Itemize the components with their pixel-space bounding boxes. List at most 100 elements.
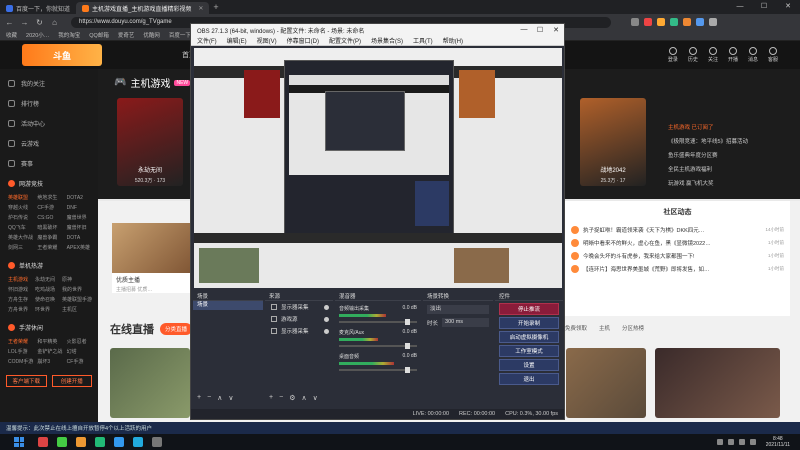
forward-icon[interactable]: → — [20, 18, 29, 27]
event-list-item[interactable]: 《极限竞速：地平线5》招募活动 — [668, 135, 748, 149]
sidebar-game-link[interactable]: 吃鸡战场 — [35, 285, 58, 295]
sidebar-item[interactable]: 活动中心 — [0, 113, 98, 133]
transition-select[interactable]: 淡出 — [427, 305, 489, 314]
header-icon-button[interactable]: 历史 — [688, 47, 698, 63]
source-item[interactable]: 游戏源 — [265, 313, 333, 325]
remove-icon[interactable]: − — [207, 394, 211, 402]
duration-input[interactable]: 300 ms — [442, 318, 489, 327]
extension-icon[interactable] — [657, 18, 665, 26]
sidebar-item[interactable]: 云游戏 — [0, 133, 98, 153]
sidebar-game-link[interactable]: DOTA — [67, 233, 92, 243]
taskbar-app-icon[interactable] — [38, 437, 48, 447]
add-icon[interactable]: + — [197, 394, 201, 402]
extension-icon[interactable] — [683, 18, 691, 26]
sidebar-game-link[interactable]: 王者荣耀 — [37, 243, 62, 253]
sidebar-item[interactable]: 赛事 — [0, 153, 98, 173]
clock[interactable]: 8:48 2021/11/11 — [766, 436, 790, 448]
sidebar-item[interactable]: 排行榜 — [0, 93, 98, 113]
extension-icon[interactable] — [644, 18, 652, 26]
header-icon-button[interactable]: 开播 — [728, 47, 738, 63]
header-icon-button[interactable]: 登录 — [668, 47, 678, 63]
game-card-battlefield[interactable]: 战地2042 25.3万 · 17 — [580, 98, 646, 186]
obs-menu-item[interactable]: 停靠窗口(D) — [287, 36, 319, 45]
volume-slider[interactable] — [339, 319, 417, 325]
community-post[interactable]: 明晰中看来不的鲜火，虚心在鱼，黑《显微镜2022… 1小时前 — [565, 236, 790, 249]
sidebar-game-link[interactable]: 使命召唤 — [35, 295, 58, 305]
volume-slider[interactable] — [339, 343, 417, 349]
new-tab-icon[interactable]: + — [209, 2, 222, 12]
slider-handle[interactable] — [405, 367, 411, 373]
sidebar-game-link[interactable]: 绝地求生 — [37, 193, 62, 203]
obs-menu-item[interactable]: 编辑(E) — [227, 36, 247, 45]
obs-control-button[interactable]: 启动虚拟摄像机 — [499, 331, 559, 343]
home-icon[interactable]: ⌂ — [50, 18, 59, 27]
sidebar-game-link[interactable]: 主机游戏 — [8, 275, 31, 285]
volume-slider[interactable] — [339, 367, 417, 373]
sidebar-game-link[interactable]: 英雄联盟手游 — [62, 295, 92, 305]
source-item[interactable]: 显示器采集 — [265, 301, 333, 313]
sidebar-game-link[interactable]: QQ飞车 — [8, 223, 33, 233]
sidebar-game-link[interactable]: 英雄联盟 — [8, 193, 33, 203]
remove-icon[interactable]: − — [279, 394, 283, 402]
sidebar-game-link[interactable]: 永劫无间 — [35, 275, 58, 285]
source-item[interactable]: 显示器采集 — [265, 325, 333, 337]
sidebar-game-link[interactable]: 环世界 — [35, 305, 58, 315]
obs-control-button[interactable]: 停止推流 — [499, 303, 559, 315]
sidebar-game-link[interactable]: 王者荣耀 — [8, 337, 33, 347]
sidebar-game-link[interactable]: 魔兽怀旧 — [67, 223, 92, 233]
live-thumbnail[interactable] — [110, 348, 190, 418]
douyu-logo[interactable]: 斗鱼 — [22, 44, 102, 66]
slider-handle[interactable] — [405, 343, 411, 349]
sidebar-game-link[interactable]: 和平精英 — [37, 337, 62, 347]
sidebar-game-link[interactable]: 方舟世界 — [8, 305, 31, 315]
bookmark-item[interactable]: QQ邮箱 — [89, 31, 109, 39]
obs-control-button[interactable]: 退出 — [499, 373, 559, 385]
community-post[interactable]: 执子捉虹咻！霸道领来袭《天下为棋》DKK四元… 14小时前 — [565, 223, 790, 236]
minimize-icon[interactable]: — — [728, 0, 752, 14]
sidebar-game-link[interactable]: 原神 — [62, 275, 92, 285]
header-icon-button[interactable]: 消息 — [748, 47, 758, 63]
extension-icon[interactable] — [631, 18, 639, 26]
sidebar-game-link[interactable]: CF手游 — [37, 203, 62, 213]
live-thumbnail[interactable] — [566, 348, 646, 418]
tag-item[interactable]: 免费领取 — [565, 324, 587, 332]
event-list-item[interactable]: 鱼乐盛典年度分区赛 — [668, 149, 748, 163]
extension-icon[interactable] — [670, 18, 678, 26]
obs-preview[interactable] — [194, 48, 562, 288]
obs-menu-item[interactable]: 工具(T) — [413, 36, 433, 45]
sidebar-game-link[interactable]: 我的世界 — [62, 285, 92, 295]
bookmark-item[interactable]: 2020小… — [26, 31, 49, 39]
taskbar-app-icon[interactable] — [95, 437, 105, 447]
sidebar-game-link[interactable]: 穿越火线 — [8, 203, 33, 213]
sidebar-game-link[interactable]: LOL手游 — [8, 347, 33, 357]
sidebar-game-link[interactable]: 方舟生存 — [8, 295, 31, 305]
taskbar-app-icon[interactable] — [76, 437, 86, 447]
sidebar-button[interactable]: 客户端下载 — [6, 375, 47, 387]
event-list-item[interactable]: 全民主机游戏福利 — [668, 163, 748, 177]
obs-control-button[interactable]: 设置 — [499, 359, 559, 371]
taskbar-app-icon[interactable] — [114, 437, 124, 447]
down-icon[interactable]: ∨ — [313, 394, 318, 402]
tag-item[interactable]: 分区热榜 — [622, 324, 644, 332]
bookmark-item[interactable]: 优酷网 — [143, 31, 160, 39]
maximize-icon[interactable]: ☐ — [532, 26, 548, 34]
community-post[interactable]: 今晚会头坏的斗有虎参，我来给大家都围一下! 1小时前 — [565, 249, 790, 262]
sidebar-game-link[interactable]: 火影忍者 — [67, 337, 92, 347]
obs-menu-item[interactable]: 场景集合(S) — [371, 36, 403, 45]
slider-handle[interactable] — [405, 319, 411, 325]
up-icon[interactable]: ∧ — [217, 394, 222, 402]
sidebar-game-link[interactable]: 魔兽世界 — [67, 213, 92, 223]
sidebar-game-link[interactable]: CODM手游 — [8, 357, 33, 367]
up-icon[interactable]: ∧ — [301, 394, 306, 402]
close-window-icon[interactable]: ✕ — [776, 0, 800, 14]
sidebar-item[interactable]: 我的关注 — [0, 73, 98, 93]
community-post[interactable]: 【连环片】海思世界美墨城《荒野》即将发售，如… 1小时前 — [565, 262, 790, 275]
add-icon[interactable]: + — [269, 394, 273, 402]
visibility-icon[interactable] — [324, 328, 329, 334]
sidebar-game-link[interactable]: 魔兽争霸 — [37, 233, 62, 243]
event-list-item[interactable]: 玩游戏 赢飞机大奖 — [668, 177, 748, 191]
menu-icon[interactable] — [709, 18, 717, 26]
reload-icon[interactable]: ↻ — [35, 18, 44, 27]
sidebar-game-link[interactable]: 剑网三 — [8, 243, 33, 253]
bookmark-item[interactable]: 百度一下 — [169, 31, 191, 39]
